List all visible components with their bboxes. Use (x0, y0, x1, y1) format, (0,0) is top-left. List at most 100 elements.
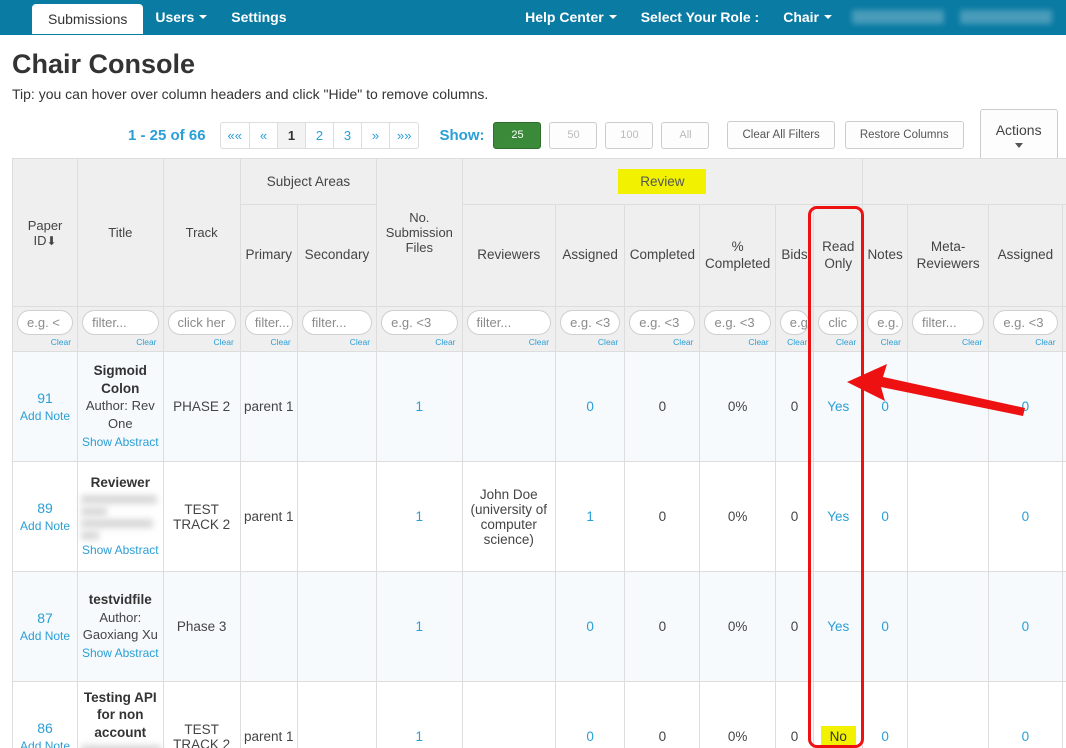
meta-assigned-link[interactable]: 0 (1022, 509, 1030, 524)
read-only-link[interactable]: Yes (827, 509, 849, 524)
header-meta-completed[interactable]: C (1061, 204, 1066, 307)
meta-assigned-link[interactable]: 0 (1022, 399, 1030, 414)
header-no-submission-files[interactable]: No. Submission Files (376, 158, 463, 307)
header-completed[interactable]: Completed (624, 204, 701, 307)
filter-input-completed[interactable]: e.g. <3 (629, 310, 696, 335)
filter-clear-meta-assigned[interactable]: Clear (993, 337, 1057, 347)
filter-clear-no-files[interactable]: Clear (381, 337, 457, 347)
pager-page-1[interactable]: 1 (277, 121, 306, 149)
filter-input-reviewers[interactable]: filter... (466, 310, 552, 335)
header-title[interactable]: Title (77, 158, 164, 307)
filter-clear-notes[interactable]: Clear (867, 337, 903, 347)
notes-link[interactable]: 0 (881, 399, 889, 414)
no-files-link[interactable]: 1 (416, 399, 424, 414)
header-paper-id[interactable]: Paper ID⬇ (11, 158, 79, 307)
table-row[interactable]: 89 Add Note Reviewer Show Abstract TEST … (11, 461, 1066, 572)
page-size-25[interactable]: 25 (493, 121, 542, 149)
filter-input-bids[interactable]: e.g (779, 310, 810, 335)
notes-link[interactable]: 0 (881, 729, 889, 744)
header-secondary[interactable]: Secondary (296, 204, 378, 307)
notes-link[interactable]: 0 (881, 619, 889, 634)
clear-all-filters-button[interactable]: Clear All Filters (727, 121, 835, 149)
pager-next[interactable]: » (361, 121, 390, 149)
header-primary[interactable]: Primary (239, 204, 298, 307)
filter-input-meta-reviewers[interactable]: filter... (911, 310, 985, 335)
filter-input-paper-id[interactable]: e.g. < (17, 310, 74, 335)
nav-help-center[interactable]: Help Center (513, 9, 629, 25)
filter-input-meta-assigned[interactable]: e.g. <3 (993, 310, 1058, 335)
add-note-link[interactable]: Add Note (16, 629, 74, 643)
pager-page-2[interactable]: 2 (305, 121, 334, 149)
nav-tab-submissions[interactable]: Submissions (32, 4, 144, 34)
filter-clear-title[interactable]: Clear (82, 337, 158, 347)
paper-id-link[interactable]: 87 (16, 610, 74, 626)
filter-clear-track[interactable]: Clear (168, 337, 236, 347)
assigned-link[interactable]: 0 (586, 399, 594, 414)
filter-input-primary[interactable]: filter... (244, 310, 293, 335)
filter-input-secondary[interactable]: filter... (301, 310, 373, 335)
header-pct-completed[interactable]: % Completed (699, 204, 776, 307)
filter-input-notes[interactable]: e.g. (867, 310, 903, 335)
page-size-100[interactable]: 100 (605, 121, 654, 149)
read-only-link[interactable]: Yes (827, 399, 849, 414)
paper-id-link[interactable]: 86 (16, 720, 74, 736)
show-abstract-link[interactable]: Show Abstract (81, 646, 159, 662)
no-files-link[interactable]: 1 (416, 619, 424, 634)
show-abstract-link[interactable]: Show Abstract (81, 435, 159, 451)
sort-desc-icon[interactable]: ⬇ (47, 234, 57, 248)
assigned-link[interactable]: 0 (586, 619, 594, 634)
notes-link[interactable]: 0 (881, 509, 889, 524)
redacted-nav-item-1[interactable] (852, 10, 944, 24)
filter-clear-completed[interactable]: Clear (629, 337, 695, 347)
filter-clear-read-only[interactable]: Clear (818, 337, 858, 347)
add-note-link[interactable]: Add Note (16, 519, 74, 533)
filter-clear-assigned[interactable]: Clear (560, 337, 620, 347)
nav-tab-settings[interactable]: Settings (219, 0, 298, 34)
table-row[interactable]: 86 Add Note Testing API for non account … (11, 681, 1066, 748)
filter-clear-reviewers[interactable]: Clear (467, 337, 552, 347)
pager-prev[interactable]: « (249, 121, 278, 149)
assigned-link[interactable]: 0 (586, 729, 594, 744)
show-abstract-link[interactable]: Show Abstract (81, 543, 159, 559)
filter-input-assigned[interactable]: e.g. <3 (560, 310, 621, 335)
actions-button[interactable]: Actions (979, 109, 1058, 161)
assigned-link[interactable]: 1 (586, 509, 594, 524)
page-size-50[interactable]: 50 (549, 121, 598, 149)
pager-first[interactable]: «« (219, 121, 250, 149)
read-only-value-highlight[interactable]: No (820, 726, 856, 747)
redacted-nav-item-2[interactable] (960, 10, 1052, 24)
table-row[interactable]: 91 Add Note Sigmoid Colon Author: Rev On… (11, 351, 1066, 462)
meta-assigned-link[interactable]: 0 (1022, 729, 1030, 744)
filter-clear-pct-completed[interactable]: Clear (704, 337, 770, 347)
pager-page-3[interactable]: 3 (333, 121, 362, 149)
header-meta-assigned[interactable]: Assigned (988, 204, 1063, 307)
header-notes[interactable]: Notes (862, 204, 908, 307)
filter-clear-paper-id[interactable]: Clear (17, 337, 73, 347)
restore-columns-button[interactable]: Restore Columns (844, 121, 964, 149)
no-files-link[interactable]: 1 (416, 509, 424, 524)
filter-input-no-files[interactable]: e.g. <3 (381, 310, 458, 335)
nav-role-chair[interactable]: Chair (771, 9, 844, 25)
page-size-all[interactable]: All (661, 121, 710, 149)
read-only-link[interactable]: Yes (827, 619, 849, 634)
filter-clear-meta-reviewers[interactable]: Clear (912, 337, 984, 347)
nav-tab-users[interactable]: Users (143, 0, 219, 34)
table-row[interactable]: 87 Add Note testvidfile Author: Gaoxiang… (11, 571, 1066, 682)
filter-clear-secondary[interactable]: Clear (302, 337, 372, 347)
paper-id-link[interactable]: 91 (16, 390, 74, 406)
meta-assigned-link[interactable]: 0 (1022, 619, 1030, 634)
header-bids[interactable]: Bids (774, 204, 815, 307)
header-assigned[interactable]: Assigned (555, 204, 626, 307)
filter-clear-primary[interactable]: Clear (245, 337, 293, 347)
filter-input-title[interactable]: filter... (82, 310, 159, 335)
add-note-link[interactable]: Add Note (16, 409, 74, 423)
filter-clear-bids[interactable]: Clear (780, 337, 810, 347)
header-meta-reviewers[interactable]: Meta-Reviewers (906, 204, 990, 307)
paper-id-link[interactable]: 89 (16, 500, 74, 516)
pager-last[interactable]: »» (389, 121, 420, 149)
filter-input-pct-completed[interactable]: e.g. <3 (704, 310, 771, 335)
add-note-link[interactable]: Add Note (16, 739, 74, 748)
filter-input-track[interactable]: click her (167, 310, 236, 335)
header-track[interactable]: Track (162, 158, 241, 307)
filter-input-read-only[interactable]: clic (818, 310, 859, 335)
